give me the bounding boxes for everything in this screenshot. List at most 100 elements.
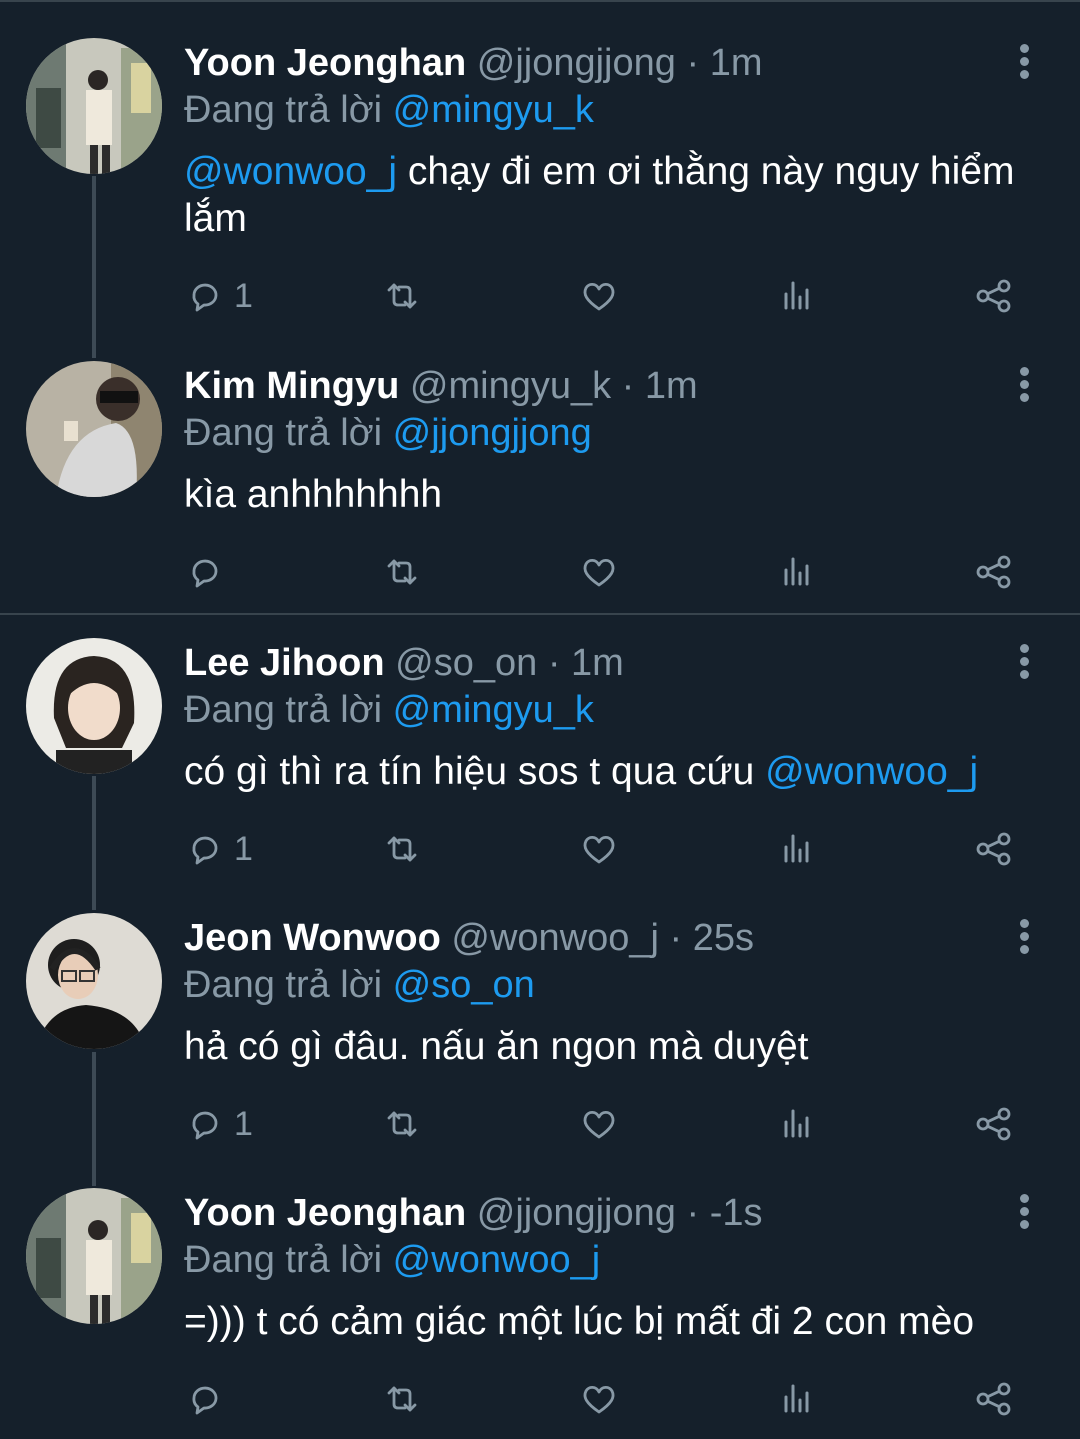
- views-icon: [784, 281, 809, 310]
- tweet-text: kìa anhhhhhhh: [184, 471, 1044, 518]
- like-button[interactable]: [578, 1100, 620, 1148]
- avatar[interactable]: [26, 638, 162, 774]
- retweet-button[interactable]: [381, 1375, 423, 1423]
- avatar[interactable]: [26, 38, 162, 174]
- thread-connector: [92, 176, 96, 358]
- timestamp[interactable]: 25s: [693, 917, 754, 959]
- reply-icon: [192, 1111, 218, 1140]
- replying-prefix: Đang trả lời: [184, 964, 393, 1006]
- user-handle[interactable]: @jjongjjong: [477, 42, 676, 84]
- display-name[interactable]: Jeon Wonwoo: [184, 917, 441, 959]
- tweet-header: Jeon Wonwoo @wonwoo_j · 25s: [184, 915, 754, 961]
- like-button[interactable]: [578, 825, 620, 873]
- retweet-button[interactable]: [381, 1100, 423, 1148]
- share-button[interactable]: [973, 825, 1015, 873]
- retweet-icon: [387, 283, 417, 309]
- views-icon: [784, 557, 809, 586]
- share-button[interactable]: [973, 272, 1015, 320]
- views-button[interactable]: [776, 548, 818, 596]
- thread-divider: [0, 613, 1080, 615]
- reply-button[interactable]: [184, 548, 234, 596]
- display-name[interactable]: Yoon Jeonghan: [184, 1192, 466, 1234]
- more-icon[interactable]: [1008, 44, 1040, 84]
- tweet-text: hả có gì đâu. nấu ăn ngon mà duyệt: [184, 1023, 1044, 1070]
- replying-to: Đang trả lời @jjongjjong: [184, 410, 592, 456]
- more-icon[interactable]: [1008, 1194, 1040, 1234]
- user-handle[interactable]: @mingyu_k: [410, 365, 611, 407]
- reply-button[interactable]: 1: [184, 1100, 253, 1148]
- timestamp[interactable]: -1s: [710, 1192, 763, 1234]
- retweet-icon: [387, 1386, 417, 1412]
- views-icon: [784, 834, 809, 863]
- replying-mention[interactable]: @mingyu_k: [393, 89, 594, 131]
- action-bar: [184, 548, 1024, 596]
- tweet-text: có gì thì ra tín hiệu sos t qua cứu @won…: [184, 748, 1044, 795]
- user-handle[interactable]: @wonwoo_j: [451, 917, 659, 959]
- replying-mention[interactable]: @wonwoo_j: [393, 1239, 601, 1281]
- reply-button[interactable]: [184, 1375, 234, 1423]
- reply-button[interactable]: 1: [184, 825, 253, 873]
- views-icon: [784, 1109, 809, 1138]
- replying-prefix: Đang trả lời: [184, 89, 393, 131]
- views-button[interactable]: [776, 1375, 818, 1423]
- share-button[interactable]: [973, 1375, 1015, 1423]
- replying-to: Đang trả lời @wonwoo_j: [184, 1237, 600, 1283]
- action-bar: 1: [184, 1100, 1024, 1148]
- reply-count: 1: [234, 276, 253, 315]
- like-button[interactable]: [578, 548, 620, 596]
- timestamp[interactable]: 1m: [710, 42, 763, 84]
- display-name[interactable]: Yoon Jeonghan: [184, 42, 466, 84]
- replying-mention[interactable]: @mingyu_k: [393, 689, 594, 731]
- retweet-icon: [387, 559, 417, 585]
- views-icon: [784, 1384, 809, 1413]
- reply-button[interactable]: 1: [184, 272, 253, 320]
- tweet-header: Lee Jihoon @so_on · 1m: [184, 640, 624, 686]
- views-button[interactable]: [776, 272, 818, 320]
- like-icon: [583, 835, 615, 864]
- thread-connector: [92, 1052, 96, 1186]
- more-icon[interactable]: [1008, 367, 1040, 407]
- display-name[interactable]: Kim Mingyu: [184, 365, 399, 407]
- like-button[interactable]: [578, 1375, 620, 1423]
- user-handle[interactable]: @so_on: [395, 642, 537, 684]
- thread-connector: [92, 776, 96, 910]
- like-icon: [583, 282, 615, 311]
- separator: ·: [537, 642, 572, 684]
- views-button[interactable]: [776, 825, 818, 873]
- tweet-header: Yoon Jeonghan @jjongjjong · -1s: [184, 1190, 762, 1236]
- replying-mention[interactable]: @so_on: [393, 964, 535, 1006]
- replying-to: Đang trả lời @mingyu_k: [184, 687, 594, 733]
- reply-icon: [192, 836, 218, 865]
- tweet-header: Yoon Jeonghan @jjongjjong · 1m: [184, 40, 762, 86]
- more-icon[interactable]: [1008, 919, 1040, 959]
- like-icon: [583, 558, 615, 587]
- reply-count: 1: [234, 1104, 253, 1143]
- retweet-icon: [387, 836, 417, 862]
- timestamp[interactable]: 1m: [571, 642, 624, 684]
- retweet-button[interactable]: [381, 272, 423, 320]
- retweet-button[interactable]: [381, 548, 423, 596]
- like-button[interactable]: [578, 272, 620, 320]
- retweet-button[interactable]: [381, 825, 423, 873]
- separator: ·: [675, 42, 710, 84]
- body-mention[interactable]: @wonwoo_j: [184, 150, 397, 193]
- like-icon: [583, 1110, 615, 1139]
- avatar[interactable]: [26, 361, 162, 497]
- body-mention[interactable]: @wonwoo_j: [765, 750, 978, 793]
- body-text: hả có gì đâu. nấu ăn ngon mà duyệt: [184, 1025, 809, 1068]
- share-button[interactable]: [973, 548, 1015, 596]
- replying-mention[interactable]: @jjongjjong: [393, 412, 592, 454]
- avatar[interactable]: [26, 913, 162, 1049]
- body-text: kìa anhhhhhhh: [184, 473, 443, 516]
- share-icon: [976, 1107, 1011, 1141]
- display-name[interactable]: Lee Jihoon: [184, 642, 385, 684]
- share-button[interactable]: [973, 1100, 1015, 1148]
- share-icon: [976, 555, 1011, 589]
- views-button[interactable]: [776, 1100, 818, 1148]
- timestamp[interactable]: 1m: [645, 365, 698, 407]
- user-handle[interactable]: @jjongjjong: [477, 1192, 676, 1234]
- avatar[interactable]: [26, 1188, 162, 1324]
- like-icon: [583, 1385, 615, 1414]
- share-icon: [976, 832, 1011, 866]
- more-icon[interactable]: [1008, 644, 1040, 684]
